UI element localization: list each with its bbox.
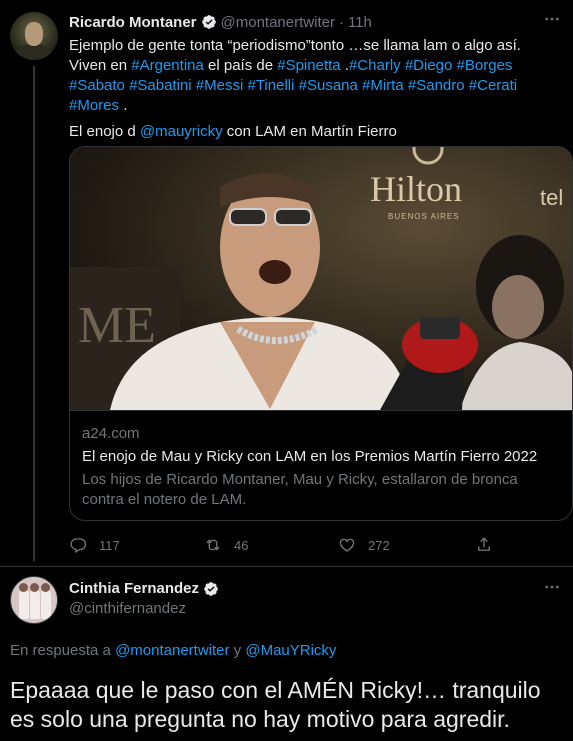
replying-to-line: En respuesta a @montanertwiter y @MauYRi… bbox=[10, 642, 336, 659]
hashtag-link[interactable]: #Cerati bbox=[469, 77, 517, 94]
reply-to-prefix: En respuesta a bbox=[10, 642, 116, 659]
reply-icon bbox=[70, 538, 87, 553]
text-fragment: . bbox=[340, 57, 349, 74]
reply-button[interactable]: 117 bbox=[69, 535, 120, 555]
hashtag-link[interactable]: #Sabato bbox=[69, 77, 125, 94]
like-button[interactable]: 272 bbox=[338, 535, 390, 555]
card-thumbnail-image[interactable]: ME Hilton BUENOS AIRES tel bbox=[70, 147, 572, 410]
tweet-divider bbox=[0, 566, 573, 567]
author-handle[interactable]: @cinthifernandez bbox=[69, 600, 186, 617]
more-options-icon[interactable] bbox=[543, 10, 561, 33]
heart-icon bbox=[339, 538, 355, 552]
avatar[interactable] bbox=[10, 12, 58, 60]
reply-author-row: Cinthia Fernandez bbox=[69, 580, 223, 597]
reply-to-conjunction: y bbox=[229, 642, 246, 659]
separator-dot: · bbox=[338, 13, 344, 31]
text-fragment: El enojo d bbox=[69, 123, 140, 140]
card-title: El enojo de Mau y Ricky con LAM en los P… bbox=[82, 448, 538, 465]
card-description: Los hijos de Ricardo Montaner, Mau y Ric… bbox=[82, 471, 518, 508]
tweet-text-line: Ejemplo de gente tonta “periodismo”tonto… bbox=[69, 37, 521, 54]
mention-link[interactable]: @montanertwiter bbox=[115, 642, 229, 659]
hashtag-link[interactable]: #Diego bbox=[405, 57, 453, 74]
retweet-count: 46 bbox=[234, 537, 249, 553]
reply-count: 117 bbox=[99, 537, 120, 553]
mention-link[interactable]: @MauYRicky bbox=[245, 642, 336, 659]
reply-text: Epaaaa que le paso con el AMÉN Ricky!… t… bbox=[10, 677, 541, 732]
text-fragment: . bbox=[119, 97, 128, 114]
hashtag-link[interactable]: #Mores bbox=[69, 97, 119, 114]
sign-partial: tel bbox=[540, 185, 563, 210]
mention-link[interactable]: @mauyricky bbox=[140, 123, 223, 140]
verified-badge-icon bbox=[204, 581, 218, 596]
hashtag-link[interactable]: #Tinelli bbox=[247, 77, 294, 94]
card-domain: a24.com bbox=[82, 425, 140, 442]
tweet-hashtags-line: Viven en #Argentina el país de #Spinetta… bbox=[69, 56, 559, 116]
retweet-button[interactable]: 46 bbox=[204, 535, 248, 555]
tweet-text: Ejemplo de gente tonta “periodismo”tonto… bbox=[69, 36, 559, 142]
backdrop-letters: ME bbox=[78, 297, 156, 354]
author-name[interactable]: Cinthia Fernandez bbox=[69, 580, 199, 597]
thread-connector-line bbox=[33, 66, 35, 561]
video-still-illustration: ME Hilton BUENOS AIRES tel bbox=[70, 147, 572, 410]
text-fragment: el país de bbox=[203, 57, 278, 74]
link-preview-card[interactable]: ME Hilton BUENOS AIRES tel a24.com El en… bbox=[69, 146, 573, 521]
hashtag-link[interactable]: #Spinetta bbox=[277, 57, 340, 74]
hashtag-link[interactable]: #Messi bbox=[196, 77, 244, 94]
hashtag-link[interactable]: #Charly bbox=[349, 57, 401, 74]
author-name[interactable]: Ricardo Montaner bbox=[69, 14, 197, 31]
hashtag-link[interactable]: #Sabatini bbox=[129, 77, 192, 94]
more-options-icon[interactable] bbox=[543, 578, 561, 601]
hashtag-link[interactable]: #Mirta bbox=[362, 77, 404, 94]
share-icon bbox=[478, 537, 490, 551]
author-handle[interactable]: @montanertwiter bbox=[221, 14, 335, 31]
sign-city: BUENOS AIRES bbox=[388, 212, 460, 221]
text-fragment: con LAM en Martín Fierro bbox=[222, 123, 397, 140]
tweet-text-line: El enojo d @mauyricky con LAM en Martín … bbox=[69, 122, 559, 142]
verified-badge-icon bbox=[201, 15, 216, 29]
hashtag-link[interactable]: #Sandro bbox=[408, 77, 465, 94]
hashtag-link[interactable]: #Susana bbox=[299, 77, 358, 94]
text-fragment: Viven en bbox=[69, 57, 132, 74]
sign-brand: Hilton bbox=[370, 169, 462, 209]
like-count: 272 bbox=[368, 537, 390, 553]
share-button[interactable] bbox=[475, 535, 505, 555]
card-text-area[interactable]: a24.com El enojo de Mau y Ricky con LAM … bbox=[70, 410, 572, 520]
hashtag-link[interactable]: #Borges bbox=[457, 57, 513, 74]
retweet-icon bbox=[206, 539, 220, 551]
avatar[interactable] bbox=[10, 576, 58, 624]
hashtag-link[interactable]: #Argentina bbox=[131, 57, 204, 74]
tweet-header: Ricardo Montaner @montanertwiter · 11h bbox=[69, 12, 372, 32]
tweet-timestamp[interactable]: 11h bbox=[348, 14, 372, 31]
